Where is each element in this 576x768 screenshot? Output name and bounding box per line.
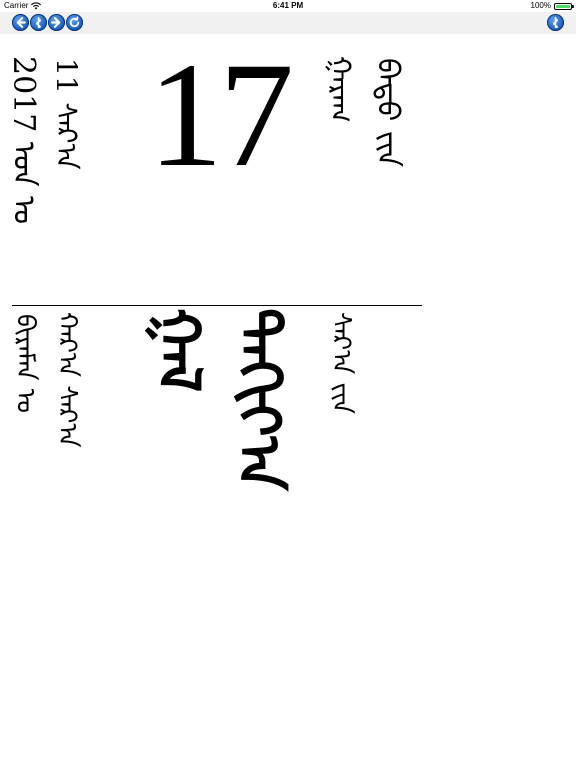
language-button[interactable] <box>547 14 564 31</box>
battery-percent: 100% <box>530 1 551 10</box>
arrow-right-icon <box>51 17 61 28</box>
big-text-2: ᠲᠠᠬᠢᠶ᠎ᠠ <box>225 308 293 491</box>
battery-fill <box>556 4 570 8</box>
year-line: 2017 ᠣᠨ ᠤ <box>6 56 41 225</box>
status-right: 100% <box>530 0 574 12</box>
right-line: ᠰᠠᠷ᠎ᠠ ᠶ᠋ᠢᠨ <box>326 312 356 414</box>
script-button[interactable] <box>30 14 47 31</box>
mongolian-letter-icon <box>36 16 41 29</box>
weekday-line-2: ᠪᠠᠳᠤ ᠶ᠋ᠢᠨ <box>370 58 405 168</box>
back-button[interactable] <box>12 14 29 31</box>
refresh-button[interactable] <box>66 14 83 31</box>
toolbar <box>0 12 576 34</box>
divider <box>12 305 422 306</box>
day-number: 17 <box>148 32 294 198</box>
mongolian-letter-icon <box>553 16 558 29</box>
lunar-line-1: ᠪᠢᠷᠠᠮᠠᠨ ᠤ <box>10 314 40 413</box>
battery-icon <box>554 2 574 10</box>
month-line: 11 ᠰᠠᠷ᠎ᠠ <box>50 58 83 170</box>
lunar-line-2: ᠬᠠᠷ᠎ᠠ ᠰᠠᠷ᠎ᠠ <box>52 312 82 448</box>
refresh-icon <box>69 16 80 28</box>
status-time: 6:41 PM <box>272 1 304 10</box>
forward-button[interactable] <box>48 14 65 31</box>
big-text-1: ᠭᠠᠯ <box>145 308 213 393</box>
arrow-left-icon <box>16 17 26 28</box>
status-bar: Carrier 6:41 PM 100% <box>0 0 576 12</box>
weekday-line-1: ᠭᠠᠷᠠᠭ <box>324 56 357 123</box>
